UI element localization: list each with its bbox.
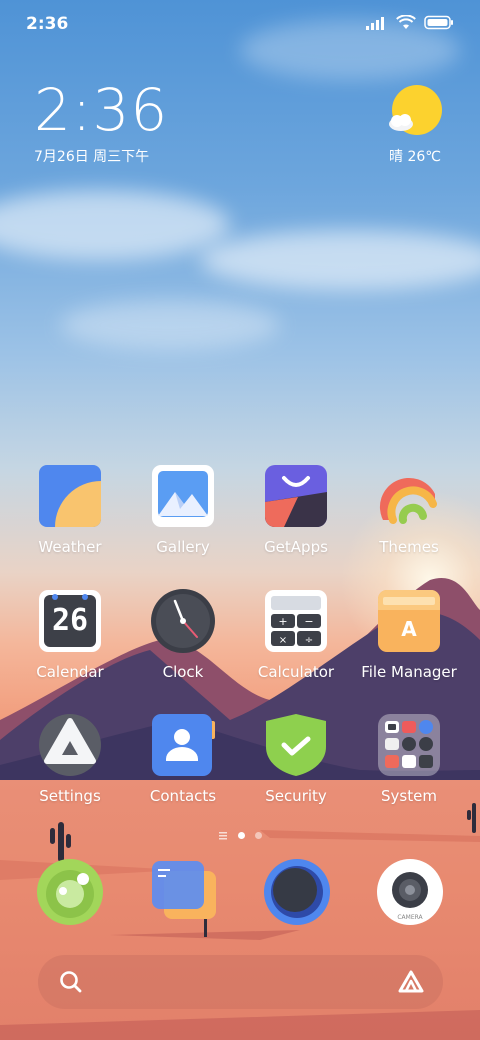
sun-cloud-icon — [389, 85, 442, 135]
widget-date: 7月26日 周三下午 — [34, 149, 150, 165]
app-file-manager[interactable]: A File Manager — [349, 589, 469, 681]
app-getapps[interactable]: GetApps — [236, 464, 356, 556]
themes-icon — [377, 464, 441, 528]
messaging-icon — [37, 859, 103, 925]
camera-icon: CAMERA — [377, 859, 443, 925]
app-contacts[interactable]: Contacts — [123, 713, 243, 805]
app-label-calendar: Calendar — [36, 663, 104, 681]
app-label-settings: Settings — [39, 787, 101, 805]
status-bar: 2:36 — [0, 0, 480, 48]
app-label-themes: Themes — [379, 538, 439, 556]
file-manager-letter: A — [401, 617, 417, 641]
app-calendar[interactable]: 26 Calendar — [10, 589, 130, 681]
calendar-day: 26 — [51, 603, 89, 638]
app-weather[interactable]: Weather — [10, 464, 130, 556]
clock-widget[interactable]: 2:36 7月26日 周三下午 — [34, 80, 168, 166]
dock-messaging[interactable] — [35, 857, 105, 927]
app-themes[interactable]: Themes — [349, 464, 469, 556]
app-label-calculator: Calculator — [257, 663, 335, 681]
app-security[interactable]: Security — [236, 713, 356, 805]
app-clock[interactable]: Clock — [123, 589, 243, 681]
weather-widget[interactable]: 晴 26℃ — [380, 84, 450, 166]
browser-icon — [264, 859, 330, 925]
search-bar[interactable] — [38, 955, 443, 1009]
svg-text:+: + — [278, 615, 287, 628]
svg-text:−: − — [304, 615, 313, 628]
dock-browser[interactable] — [262, 857, 332, 927]
page-dot-active — [238, 831, 245, 839]
app-settings[interactable]: Settings — [10, 713, 130, 805]
assistant-icon[interactable] — [397, 969, 425, 995]
weather-icon — [38, 464, 102, 528]
status-time: 2:36 — [26, 14, 69, 34]
svg-text:÷: ÷ — [305, 635, 313, 646]
calendar-icon: 26 — [38, 589, 102, 653]
security-icon — [264, 713, 328, 777]
app-calculator[interactable]: + − × ÷ Calculator — [236, 589, 356, 681]
app-system-folder[interactable]: System — [349, 713, 469, 805]
gallery-icon — [151, 464, 215, 528]
app-label-security: Security — [265, 787, 327, 805]
widget-time: 2:36 — [34, 76, 169, 144]
app-label-system: System — [381, 787, 437, 805]
wifi-icon — [396, 15, 416, 29]
app-label-clock: Clock — [162, 663, 204, 681]
getapps-icon — [264, 464, 328, 528]
app-gallery[interactable]: Gallery — [123, 464, 243, 556]
battery-icon — [424, 15, 453, 30]
file-manager-icon: A — [377, 589, 441, 653]
calculator-icon: + − × ÷ — [264, 589, 328, 653]
dock-notes[interactable] — [148, 857, 218, 927]
status-icons — [366, 15, 454, 30]
app-label-gallery: Gallery — [156, 538, 210, 556]
weather-condition: 晴 26℃ — [389, 149, 441, 165]
notes-icon — [152, 861, 216, 919]
app-label-contacts: Contacts — [149, 787, 217, 805]
settings-icon — [38, 713, 102, 777]
system-folder-icon — [377, 713, 441, 777]
search-icon — [60, 971, 82, 993]
contacts-icon — [151, 713, 215, 777]
svg-text:×: × — [279, 635, 287, 646]
app-label-file-manager: File Manager — [361, 663, 457, 681]
camera-brand-text: CAMERA — [397, 914, 423, 921]
app-label-getapps: GetApps — [264, 538, 328, 556]
page-dot — [255, 831, 262, 839]
dock-camera[interactable]: CAMERA — [375, 857, 445, 927]
app-label-weather: Weather — [38, 538, 102, 556]
signal-icon — [366, 16, 384, 30]
page-indicator[interactable] — [0, 830, 480, 840]
clock-icon — [151, 589, 215, 653]
page-list-icon — [219, 832, 227, 840]
